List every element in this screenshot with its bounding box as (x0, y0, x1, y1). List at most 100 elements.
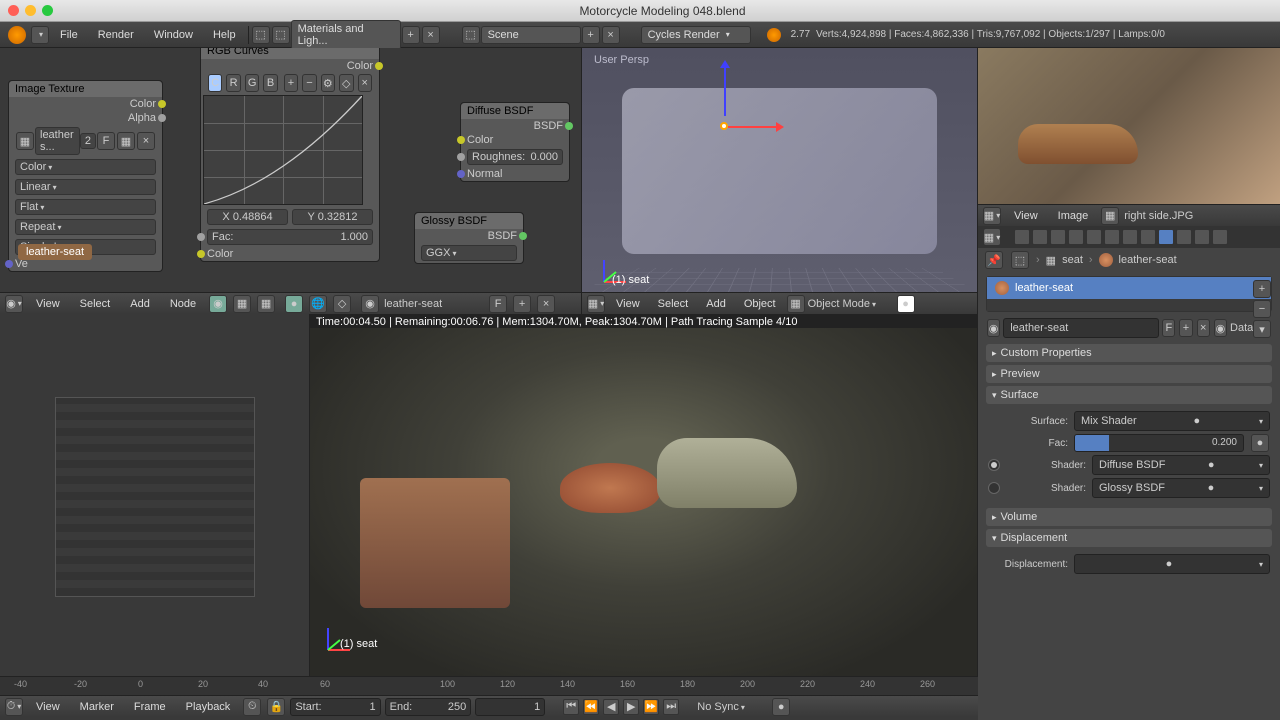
modifiers-tab-icon[interactable] (1122, 229, 1138, 245)
add-scene-button[interactable]: + (582, 26, 600, 44)
curve-tab-g[interactable]: G (245, 74, 259, 92)
screen-browse-button[interactable]: ⬚ (272, 26, 290, 44)
select-menu[interactable]: Select (72, 296, 119, 312)
add-menu[interactable]: Add (122, 296, 158, 312)
clip-icon[interactable]: ◇ (339, 74, 353, 92)
scene-icon[interactable]: ⬚ (1011, 251, 1029, 269)
physics-tab-icon[interactable] (1212, 229, 1228, 245)
window-menu[interactable]: Window (144, 26, 203, 44)
file-menu[interactable]: File (50, 26, 88, 44)
scene-browse-button[interactable]: ⬚ (462, 26, 480, 44)
editor-type-dropdown[interactable]: ▦ (983, 207, 1001, 225)
unlink-image-button[interactable]: × (137, 132, 155, 150)
lock-range-button[interactable]: 🔒 (267, 698, 285, 716)
image-menu[interactable]: Image (1050, 208, 1097, 224)
nodes-toggle-button[interactable]: ◉ (1214, 319, 1227, 337)
screen-layout-dropdown[interactable]: Materials and Ligh... (291, 20, 401, 50)
compositor-type-button[interactable]: ▦ (233, 295, 251, 313)
constraints-tab-icon[interactable] (1104, 229, 1120, 245)
render-tab-icon[interactable] (1014, 229, 1030, 245)
jump-start-button[interactable]: ⏮ (563, 699, 579, 715)
editor-type-dropdown[interactable]: ⏱ (5, 698, 23, 716)
object-shader-button[interactable]: ● (285, 295, 303, 313)
delete-scene-button[interactable]: × (602, 26, 620, 44)
current-frame-field[interactable]: 1 (475, 698, 545, 716)
projection-dropdown[interactable]: Flat (15, 199, 156, 215)
remove-slot-button[interactable]: − (1253, 300, 1271, 318)
scene-tab-icon[interactable] (1050, 229, 1066, 245)
fake-user-button[interactable]: F (1162, 319, 1175, 337)
scene-dropdown[interactable]: Scene (481, 26, 581, 44)
back-to-previous-button[interactable]: ⬚ (252, 26, 270, 44)
mode-dropdown[interactable]: Object Mode (808, 298, 894, 310)
curve-editor[interactable] (203, 95, 363, 205)
editor-type-dropdown[interactable]: ▦ (587, 295, 605, 313)
delete-point-icon[interactable]: × (358, 74, 372, 92)
editor-type-dropdown[interactable]: ▦ (983, 228, 1001, 246)
curve-tab-c[interactable]: C (208, 74, 222, 92)
render-layers-tab-icon[interactable] (1032, 229, 1048, 245)
unlink-material-button[interactable]: × (1197, 319, 1210, 337)
play-button[interactable]: ▶ (623, 699, 639, 715)
view-menu[interactable]: View (28, 699, 68, 715)
glossy-distribution-dropdown[interactable]: GGX (421, 245, 517, 261)
world-shader-button[interactable]: 🌐 (309, 295, 327, 313)
object-tab-icon[interactable] (1086, 229, 1102, 245)
glossy-bsdf-node[interactable]: Glossy BSDF BSDF GGX (414, 212, 524, 264)
custom-properties-header[interactable]: Custom Properties (986, 344, 1272, 362)
shader2-dropdown[interactable]: Glossy BSDF● (1092, 478, 1270, 498)
rgb-curves-node[interactable]: RGB Curves Color C R G B + − ⚙ ◇ × (200, 48, 380, 262)
surface-shader-dropdown[interactable]: Mix Shader● (1074, 411, 1270, 431)
node-editor-canvas[interactable]: Image Texture Color Alpha ▦ leather s...… (0, 48, 581, 314)
select-menu[interactable]: Select (650, 296, 697, 312)
keyframe-prev-button[interactable]: ⏪ (583, 699, 599, 715)
add-menu[interactable]: Add (698, 296, 734, 312)
material-browse-icon[interactable]: ◉ (987, 319, 1000, 337)
jump-end-button[interactable]: ⏭ (663, 699, 679, 715)
material-slot-list[interactable]: leather-seat (986, 276, 1272, 312)
keyframe-next-button[interactable]: ⏩ (643, 699, 659, 715)
fac-slider[interactable]: 0.200 (1074, 434, 1244, 452)
material-name-field[interactable] (1003, 318, 1159, 338)
shader1-radio[interactable] (988, 459, 1000, 471)
unlink-material-button[interactable]: × (537, 295, 555, 313)
particles-tab-icon[interactable] (1194, 229, 1210, 245)
use-preview-range-button[interactable]: ⏲ (243, 698, 261, 716)
marker-menu[interactable]: Marker (72, 699, 122, 715)
lamp-shader-button[interactable]: ◇ (333, 295, 351, 313)
extension-dropdown[interactable]: Repeat (15, 219, 156, 235)
node-menu[interactable]: Node (162, 296, 204, 312)
help-menu[interactable]: Help (203, 26, 246, 44)
texture-tab-icon[interactable] (1176, 229, 1192, 245)
curve-y-field[interactable]: Y 0.32812 (292, 209, 373, 225)
curve-x-field[interactable]: X 0.48864 (207, 209, 288, 225)
render-engine-dropdown[interactable]: Cycles Render (641, 26, 751, 44)
close-window-button[interactable] (8, 5, 19, 16)
diffuse-bsdf-node[interactable]: Diffuse BSDF BSDF Color Roughnes:0.000 N… (460, 102, 570, 182)
minimize-window-button[interactable] (25, 5, 36, 16)
end-frame-field[interactable]: End:250 (385, 698, 472, 716)
auto-keyframe-button[interactable]: ● (772, 698, 790, 716)
delete-screen-button[interactable]: × (422, 26, 440, 44)
play-reverse-button[interactable]: ◀ (603, 699, 619, 715)
material-browse-icon[interactable]: ◉ (361, 295, 379, 313)
timeline-ruler[interactable]: -40 -20 0 20 40 60 100 120 140 160 180 2… (0, 677, 978, 695)
shading-mode-button[interactable]: ● (897, 295, 915, 313)
fake-user-button[interactable]: F (489, 295, 507, 313)
fake-user-button[interactable]: F (97, 132, 115, 150)
data-tab-icon[interactable] (1140, 229, 1156, 245)
start-frame-field[interactable]: Start:1 (290, 698, 380, 716)
world-tab-icon[interactable] (1068, 229, 1084, 245)
material-datablock[interactable]: leather-seat (384, 298, 484, 310)
add-screen-button[interactable]: + (402, 26, 420, 44)
render-menu[interactable]: Render (88, 26, 144, 44)
sync-mode-dropdown[interactable]: No Sync (697, 701, 767, 713)
volume-header[interactable]: Volume (986, 508, 1272, 526)
displacement-dropdown[interactable]: ● (1074, 554, 1270, 574)
transform-manipulator[interactable] (712, 114, 752, 154)
add-slot-button[interactable]: + (1253, 280, 1271, 298)
shader-type-button[interactable]: ◉ (209, 295, 227, 313)
blender-logo-icon[interactable] (8, 26, 26, 44)
add-material-button[interactable]: + (1179, 319, 1192, 337)
color-swatch[interactable]: leather-seat (18, 244, 92, 260)
